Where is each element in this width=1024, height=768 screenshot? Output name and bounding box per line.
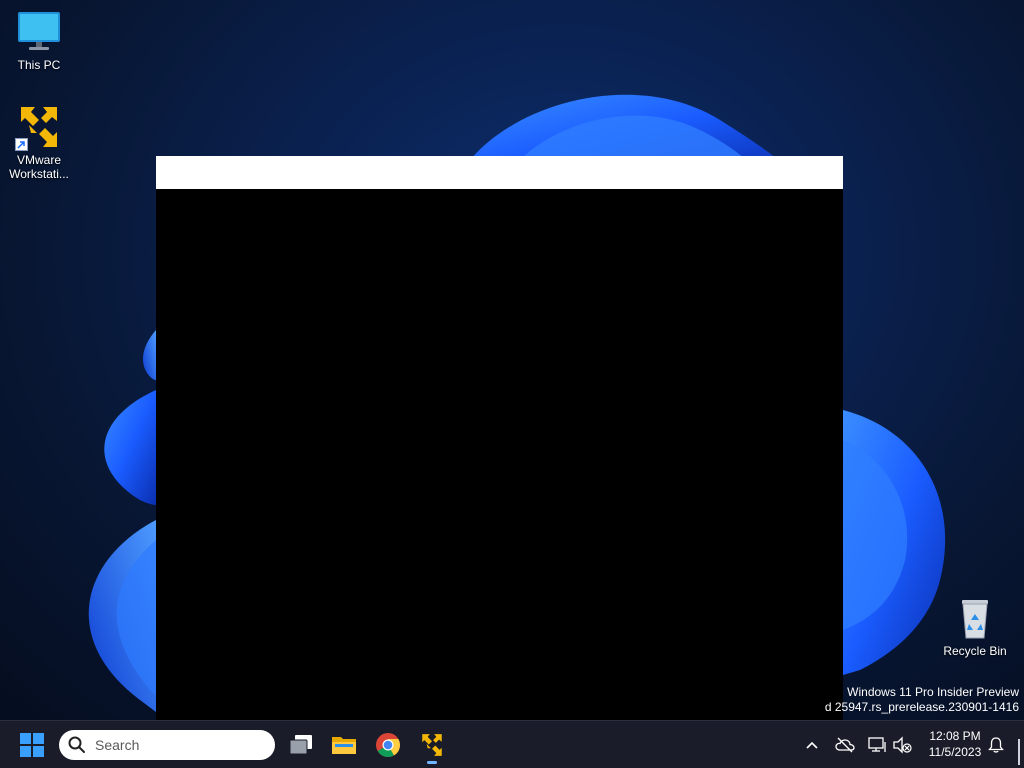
search-input[interactable]: Search (59, 730, 275, 760)
volume-muted-icon (893, 736, 912, 754)
onedrive-tray-button[interactable] (834, 734, 856, 756)
watermark-build: d 25947.rs_prerelease.230901-1416 (824, 700, 1019, 714)
clock[interactable]: 12:08 PM 11/5/2023 (918, 728, 992, 760)
clock-date: 11/5/2023 (928, 745, 982, 759)
folder-icon (332, 737, 356, 754)
desktop: This PC VMware Workstati... Recycle Bin … (0, 0, 1024, 720)
vmware-taskbar-button[interactable] (412, 725, 452, 765)
window-title-bar[interactable] (156, 156, 843, 189)
volume-tray-button[interactable] (891, 734, 913, 756)
start-button[interactable] (12, 725, 52, 765)
window-content[interactable] (156, 189, 843, 720)
windows-logo-icon (20, 733, 44, 757)
desktop-icon-label: VMware Workstati... (9, 153, 69, 181)
network-icon (868, 737, 886, 752)
desktop-icon-recycle-bin[interactable]: Recycle Bin (937, 594, 1013, 658)
active-app-indicator (427, 761, 437, 764)
show-desktop-button[interactable] (1018, 739, 1020, 765)
desktop-icon-label: This PC (17, 58, 61, 72)
task-view-button[interactable] (281, 725, 321, 765)
cloud-off-icon (835, 737, 855, 753)
desktop-icon-vmware[interactable]: VMware Workstati... (1, 103, 77, 181)
bell-icon (988, 737, 1004, 753)
recycle-bin-icon (951, 594, 999, 642)
clock-time: 12:08 PM (929, 729, 981, 743)
monitor-icon (15, 8, 63, 56)
windows-watermark: Windows 11 Pro Insider Preview d 25947.r… (759, 685, 1019, 715)
search-placeholder: Search (95, 737, 140, 753)
desktop-icon-label: Recycle Bin (943, 644, 1007, 658)
desktop-icon-this-pc[interactable]: This PC (1, 8, 77, 72)
search-icon (68, 736, 85, 753)
vmware-icon (15, 103, 63, 151)
shortcut-arrow-icon (15, 138, 28, 151)
show-hidden-icons-button[interactable] (801, 734, 823, 756)
notifications-button[interactable] (985, 734, 1007, 756)
vmware-icon (422, 734, 442, 756)
network-tray-button[interactable] (866, 734, 888, 756)
task-view-icon (289, 735, 312, 755)
chrome-button[interactable] (368, 725, 408, 765)
file-explorer-button[interactable] (324, 725, 364, 765)
chevron-up-icon (806, 741, 818, 749)
chrome-icon (376, 733, 400, 758)
app-window[interactable] (156, 156, 843, 720)
watermark-edition: Windows 11 Pro Insider Preview (847, 685, 1019, 699)
taskbar: Search 12:08 PM 11/5/2023 (0, 720, 1024, 768)
